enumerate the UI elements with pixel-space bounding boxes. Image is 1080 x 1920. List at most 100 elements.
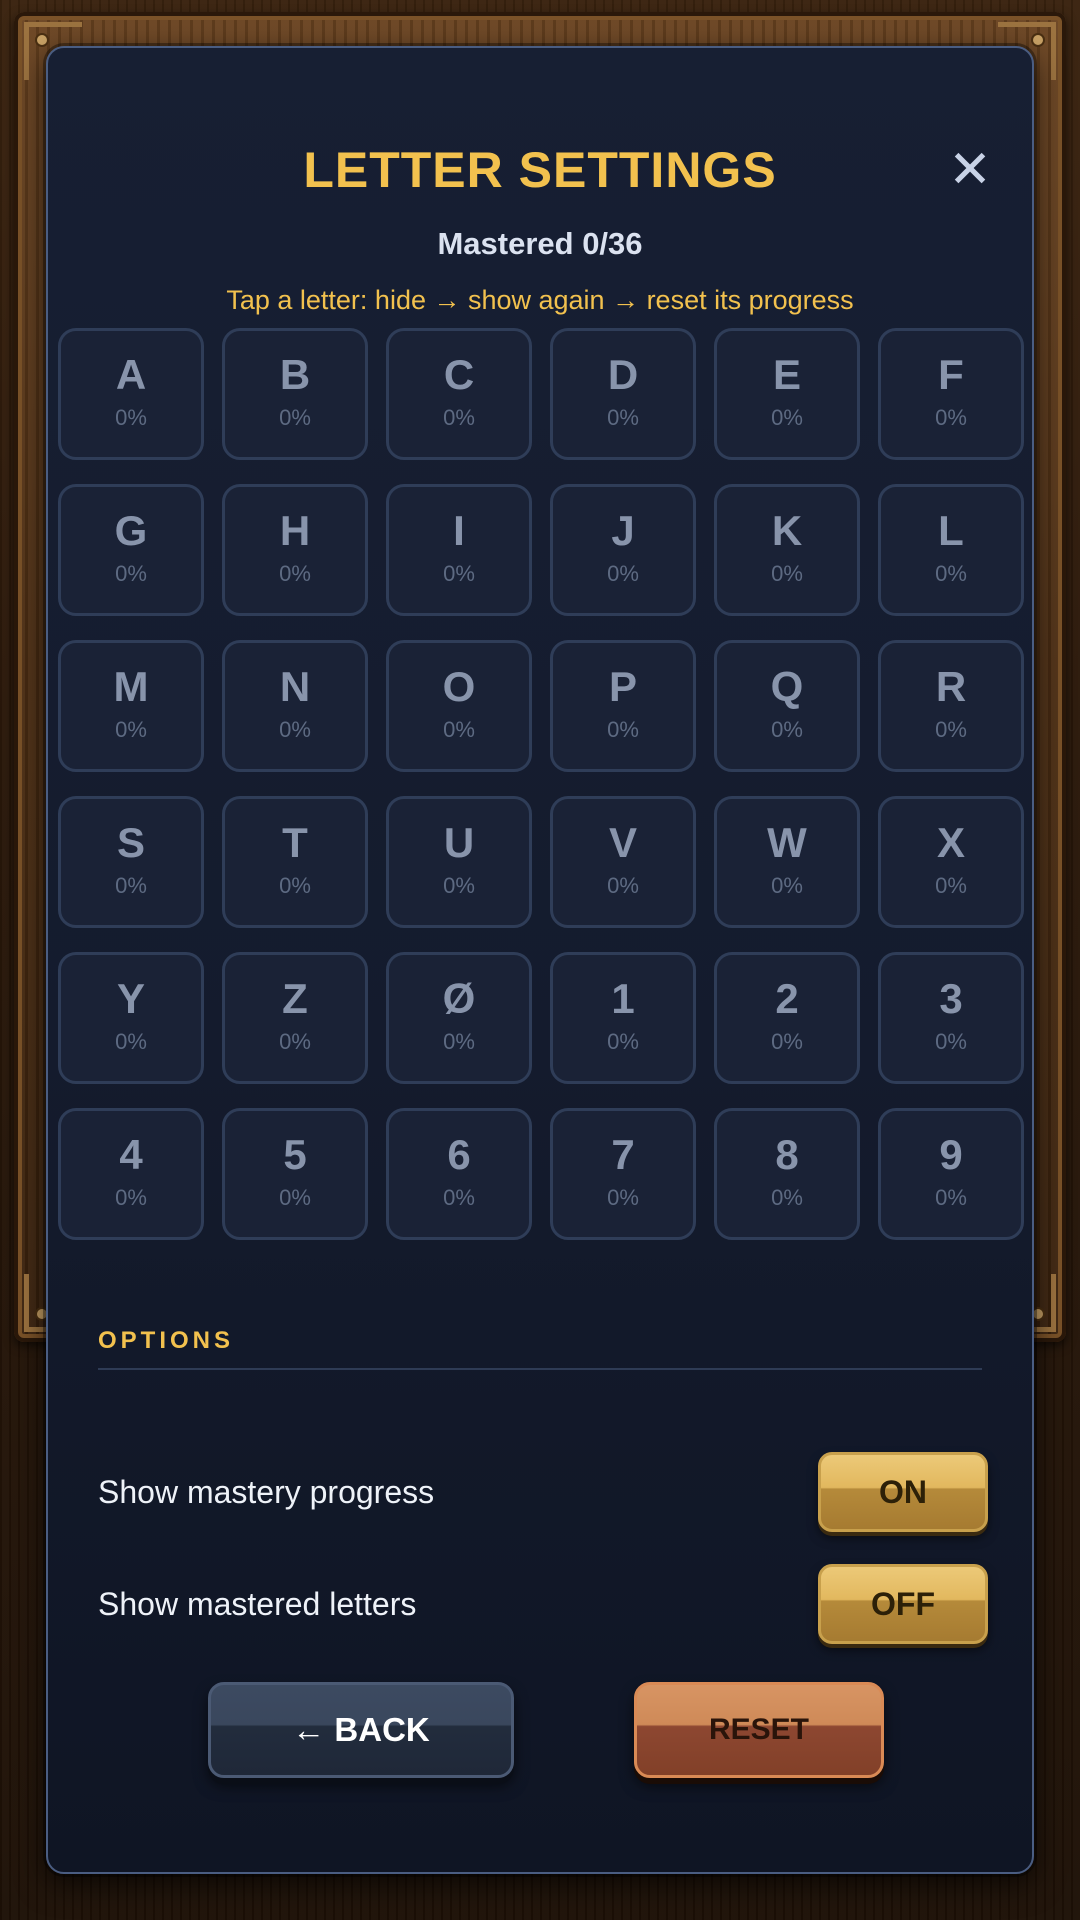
letter-tile[interactable]: 8 0% <box>714 1108 860 1240</box>
letter-tile-progress: 0% <box>443 873 475 898</box>
letter-tile-char: J <box>611 507 635 554</box>
letter-tile-char: M <box>113 663 149 710</box>
letter-tile[interactable]: T 0% <box>222 796 368 928</box>
letter-tile-progress: 0% <box>607 873 639 898</box>
letter-tile[interactable]: V 0% <box>550 796 696 928</box>
letter-tile-progress: 0% <box>607 561 639 586</box>
letter-tile-char: V <box>608 819 637 866</box>
letter-tile-char: 6 <box>447 1131 471 1178</box>
letter-tile-char: R <box>935 663 967 710</box>
letter-tile-char: B <box>279 351 311 398</box>
letter-tile[interactable]: X 0% <box>878 796 1024 928</box>
letter-tile-char: 7 <box>611 1131 635 1178</box>
letter-tile[interactable]: H 0% <box>222 484 368 616</box>
letter-tile[interactable]: 7 0% <box>550 1108 696 1240</box>
letter-tile[interactable]: Ø 0% <box>386 952 532 1084</box>
letter-tile-progress: 0% <box>771 561 803 586</box>
letter-tile-char: Y <box>116 975 145 1022</box>
letter-tile[interactable]: A 0% <box>58 328 204 460</box>
close-icon[interactable]: ✕ <box>944 144 996 196</box>
letter-tile-progress: 0% <box>279 873 311 898</box>
letter-tile-progress: 0% <box>607 1029 639 1054</box>
letter-tile-progress: 0% <box>279 1185 311 1210</box>
letter-tile-progress: 0% <box>279 405 311 430</box>
letter-tile[interactable]: K 0% <box>714 484 860 616</box>
letter-tile-progress: 0% <box>115 1029 147 1054</box>
letter-tile[interactable]: D 0% <box>550 328 696 460</box>
letter-tile-char: X <box>936 819 965 866</box>
letter-tile-progress: 0% <box>607 1185 639 1210</box>
letter-tile-char: F <box>938 351 964 398</box>
letter-tile-progress: 0% <box>935 561 967 586</box>
letter-tile[interactable]: U 0% <box>386 796 532 928</box>
letter-tile[interactable]: B 0% <box>222 328 368 460</box>
letter-tile-char: N <box>279 663 311 710</box>
letter-tile[interactable]: J 0% <box>550 484 696 616</box>
letter-settings-dialog: LETTER SETTINGS ✕ Mastered 0/36 Tap a le… <box>46 46 1034 1874</box>
show-mastered-letters-toggle[interactable]: OFF <box>818 1564 988 1644</box>
letter-tile-char: W <box>767 819 807 866</box>
letter-tile[interactable]: I 0% <box>386 484 532 616</box>
letter-tile-progress: 0% <box>771 717 803 742</box>
letter-tile-progress: 0% <box>115 717 147 742</box>
letter-tile[interactable]: F 0% <box>878 328 1024 460</box>
letter-tile-char: S <box>116 819 145 866</box>
letter-tile[interactable]: M 0% <box>58 640 204 772</box>
letter-tile-char: L <box>938 507 964 554</box>
letter-tile-progress: 0% <box>771 1185 803 1210</box>
letter-tile-char: H <box>279 507 311 554</box>
mastered-count: Mastered 0/36 <box>437 226 643 261</box>
letter-tile-char: P <box>608 663 637 710</box>
letter-tile-progress: 0% <box>115 1185 147 1210</box>
letter-tile-progress: 0% <box>115 561 147 586</box>
instruction-hint: Tap a letter: hide → show again → reset … <box>226 285 854 315</box>
letter-tile[interactable]: 1 0% <box>550 952 696 1084</box>
letter-tile-progress: 0% <box>443 1185 475 1210</box>
letter-tile-progress: 0% <box>115 405 147 430</box>
letter-tile[interactable]: 2 0% <box>714 952 860 1084</box>
letter-tile-char: G <box>114 507 148 554</box>
letter-tile[interactable]: 5 0% <box>222 1108 368 1240</box>
letter-tile[interactable]: 6 0% <box>386 1108 532 1240</box>
letter-tile[interactable]: O 0% <box>386 640 532 772</box>
reset-button[interactable]: RESET <box>634 1682 884 1778</box>
letter-tile[interactable]: S 0% <box>58 796 204 928</box>
letter-tile[interactable]: Z 0% <box>222 952 368 1084</box>
letter-tile[interactable]: 3 0% <box>878 952 1024 1084</box>
letter-tile-progress: 0% <box>771 1029 803 1054</box>
back-button[interactable]: ← BACK <box>208 1682 514 1778</box>
letter-tile[interactable]: 9 0% <box>878 1108 1024 1240</box>
letter-tile-char: 3 <box>939 975 963 1022</box>
letter-tile[interactable]: L 0% <box>878 484 1024 616</box>
letter-tile-char: Z <box>282 975 308 1022</box>
letter-tile-char: 8 <box>775 1131 799 1178</box>
letter-tile[interactable]: N 0% <box>222 640 368 772</box>
letter-tile[interactable]: G 0% <box>58 484 204 616</box>
letter-tile[interactable]: R 0% <box>878 640 1024 772</box>
letter-tile-progress: 0% <box>935 1185 967 1210</box>
letter-tile-progress: 0% <box>607 717 639 742</box>
letter-tile[interactable]: 4 0% <box>58 1108 204 1240</box>
letter-tile[interactable]: Q 0% <box>714 640 860 772</box>
letter-tile-progress: 0% <box>279 561 311 586</box>
show-mastery-progress-toggle[interactable]: ON <box>818 1452 988 1532</box>
letter-tile-progress: 0% <box>935 1029 967 1054</box>
letter-tile-char: 2 <box>775 975 799 1022</box>
letter-tile[interactable]: E 0% <box>714 328 860 460</box>
letter-tile[interactable]: C 0% <box>386 328 532 460</box>
options-divider <box>98 1368 982 1370</box>
letter-tile-char: E <box>772 351 801 398</box>
letter-tile[interactable]: P 0% <box>550 640 696 772</box>
letter-tile-progress: 0% <box>443 405 475 430</box>
letter-tile-progress: 0% <box>443 561 475 586</box>
letter-tile-progress: 0% <box>115 873 147 898</box>
letter-tile[interactable]: Y 0% <box>58 952 204 1084</box>
letter-tile-char: 4 <box>119 1131 143 1178</box>
letter-tile-char: C <box>443 351 475 398</box>
letter-tile-progress: 0% <box>279 717 311 742</box>
letter-tile-char: Q <box>770 663 804 710</box>
letter-tile-char: I <box>453 507 465 554</box>
letter-tile-progress: 0% <box>771 873 803 898</box>
letter-tile[interactable]: W 0% <box>714 796 860 928</box>
letter-tile-char: 5 <box>283 1131 307 1178</box>
